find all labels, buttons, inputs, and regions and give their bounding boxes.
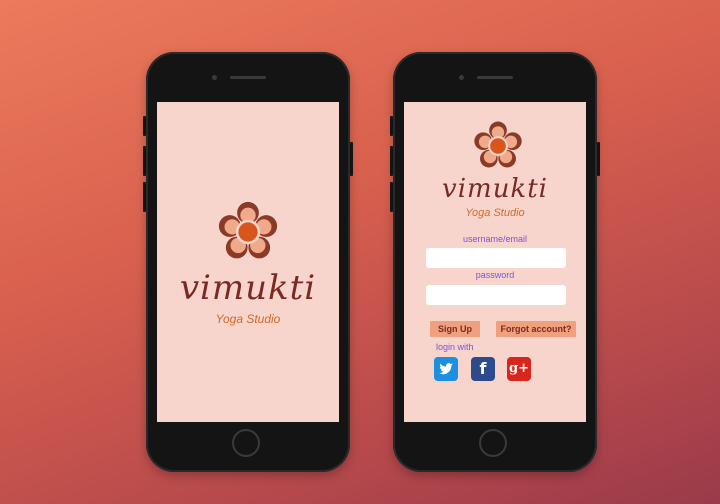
volume-down-button <box>390 182 393 212</box>
earpiece-speaker <box>230 76 266 79</box>
password-label: password <box>475 270 515 280</box>
brand-name: vimukti <box>442 174 548 204</box>
username-label: username/email <box>462 234 528 244</box>
power-button <box>597 142 600 176</box>
google-plus-icon[interactable]: g+ <box>507 357 531 381</box>
flower-logo-icon <box>472 120 524 172</box>
brand-name: vimukti <box>179 268 317 308</box>
earpiece-speaker <box>477 76 513 79</box>
phone-splash: vimukti Yoga Studio <box>143 52 353 472</box>
facebook-icon[interactable]: f <box>471 357 495 381</box>
brand-tagline: Yoga Studio <box>215 312 281 326</box>
home-button[interactable] <box>479 429 507 457</box>
login-with-label: login with <box>436 342 474 352</box>
password-input[interactable] <box>426 285 566 305</box>
phone-login: vimukti Yoga Studio username/email passw… <box>390 52 600 472</box>
volume-down-button <box>143 182 146 212</box>
signup-button[interactable]: Sign Up <box>430 321 480 337</box>
volume-up-button <box>143 146 146 176</box>
splash-screen: vimukti Yoga Studio <box>157 102 339 422</box>
mute-switch <box>143 116 146 136</box>
home-button[interactable] <box>232 429 260 457</box>
login-screen: vimukti Yoga Studio username/email passw… <box>404 102 586 422</box>
front-camera <box>459 75 464 80</box>
brand-tagline: Yoga Studio <box>465 207 525 219</box>
volume-up-button <box>390 146 393 176</box>
mute-switch <box>390 116 393 136</box>
username-input[interactable] <box>426 248 566 268</box>
power-button <box>350 142 353 176</box>
flower-logo-icon <box>216 200 280 264</box>
front-camera <box>212 75 217 80</box>
forgot-account-button[interactable]: Forgot account? <box>496 321 576 337</box>
twitter-icon[interactable] <box>434 357 458 381</box>
